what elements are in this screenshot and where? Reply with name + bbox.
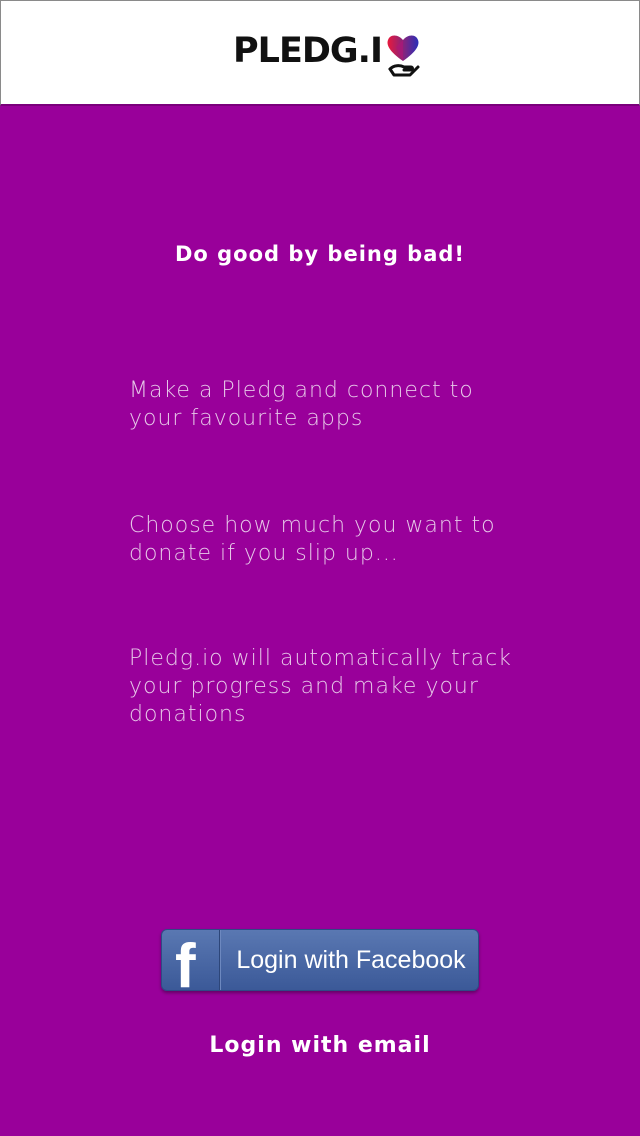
login-with-email-link[interactable]: Login with email (0, 1033, 640, 1058)
facebook-icon-box: f (162, 930, 220, 990)
facebook-button-label: Login with Facebook (236, 945, 466, 974)
pledgio-logo: PLEDG.I (233, 31, 422, 81)
heart-hand-icon (387, 35, 420, 77)
step-text-3: Pledg.io will automatically track your p… (129, 646, 512, 727)
tagline: Do good by being bad! (174, 242, 465, 266)
app-header: PLEDG.I (0, 0, 640, 106)
step-text-1: Make a Pledg and connect to your favouri… (129, 378, 474, 431)
facebook-f-icon: f (175, 932, 196, 991)
logo-text: PLEDG.I (233, 31, 383, 71)
login-with-facebook-button[interactable]: f Login with Facebook (161, 929, 479, 991)
step-text-2: Choose how much you want to donate if yo… (129, 513, 496, 566)
